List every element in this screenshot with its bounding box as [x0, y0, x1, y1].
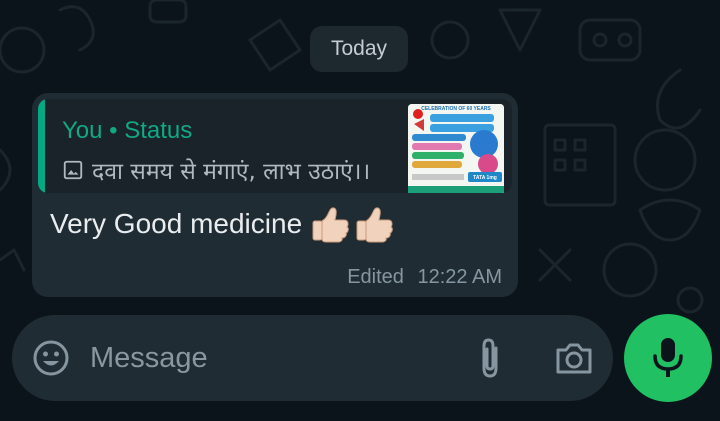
quote-caption-row: दवा समय से मंगाएं, लाभ उठाएं।।: [62, 155, 370, 185]
thumbnail-image: CELEBRATION OF 60 YEARS TATA 1mg: [408, 104, 504, 193]
thumbs-up-icon: [356, 207, 393, 243]
message-meta: Edited 12:22 AM: [347, 265, 502, 289]
mic-icon: [653, 338, 683, 377]
quote-caption-text: दवा समय से मंगाएं, लाभ उठाएं।।: [92, 159, 371, 185]
message-composer: [12, 315, 613, 401]
photo-icon: [63, 160, 83, 180]
message-bubble[interactable]: You • Status दवा समय से मंगाएं, लाभ उठाए…: [32, 93, 518, 297]
thumbnail-banner: CELEBRATION OF 60 YEARS: [421, 106, 491, 112]
message-text: Very Good medicine: [50, 208, 303, 239]
quote-sender: You • Status: [62, 117, 193, 144]
paperclip-icon[interactable]: [474, 336, 506, 380]
emoji-group: [310, 204, 394, 244]
status-thumbnail[interactable]: CELEBRATION OF 60 YEARS TATA 1mg: [408, 104, 504, 193]
camera-icon[interactable]: [554, 339, 594, 377]
voice-record-button[interactable]: [624, 314, 712, 402]
message-time: 12:22 AM: [417, 266, 502, 288]
date-divider: Today: [310, 26, 408, 72]
smiley-icon[interactable]: [32, 339, 70, 377]
quoted-status-reply[interactable]: You • Status दवा समय से मंगाएं, लाभ उठाए…: [38, 99, 512, 193]
quote-accent-bar: [38, 99, 45, 193]
thumbnail-brand: TATA 1mg: [473, 175, 497, 181]
edited-label: Edited: [347, 266, 404, 288]
thumbs-up-icon: [312, 207, 349, 243]
message-text-row: Very Good medicine: [50, 201, 394, 247]
message-input[interactable]: [90, 338, 420, 378]
